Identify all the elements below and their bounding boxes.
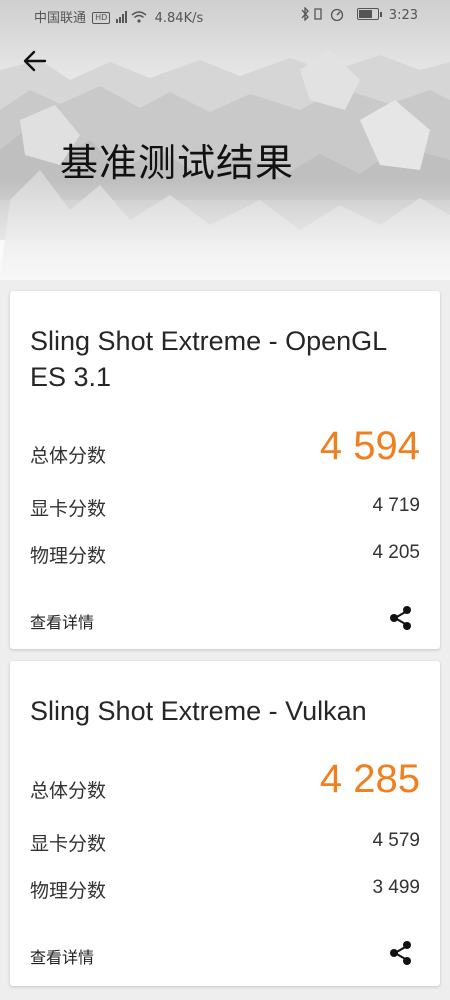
share-button[interactable] (386, 603, 416, 633)
battery-icon (356, 8, 382, 20)
share-icon (390, 941, 411, 965)
test-name: Sling Shot Extreme - Vulkan (30, 696, 367, 726)
physics-score-label: 物理分数 (30, 545, 107, 567)
overall-score-label: 总体分数 (30, 445, 107, 467)
graphics-score-value: 4 719 (372, 495, 420, 516)
header-banner: 中国联通 HD 4.84K/s 3:23 基准测试结果 (0, 0, 450, 280)
status-left: 中国联通 HD 4.84K/s (34, 7, 203, 26)
graphics-score-value: 4 579 (372, 830, 420, 851)
overall-score-value: 4 594 (319, 424, 420, 468)
graphics-score-label: 显卡分数 (30, 833, 107, 855)
bluetooth-icon (301, 7, 309, 21)
page-title: 基准测试结果 (60, 141, 295, 185)
status-bar: 中国联通 HD 4.84K/s 3:23 (0, 0, 450, 30)
view-details-link[interactable]: 查看详情 (30, 609, 94, 633)
overall-score-label: 总体分数 (30, 780, 107, 802)
carrier-label: 中国联通 (34, 11, 87, 26)
physics-score-value: 3 499 (372, 877, 420, 898)
share-icon (390, 606, 411, 630)
view-details-link[interactable]: 查看详情 (30, 944, 94, 968)
test-name: Sling Shot Extreme - OpenGL ES 3.1 (30, 326, 387, 392)
vibrate-icon (313, 8, 322, 20)
signal-wifi-icon (116, 11, 147, 23)
share-button[interactable] (386, 938, 416, 968)
result-card-vulkan: Sling Shot Extreme - Vulkan 总体分数 4 285 显… (10, 661, 440, 986)
result-card-opengl: Sling Shot Extreme - OpenGL ES 3.1 总体分数 … (10, 291, 440, 649)
graphics-score-label: 显卡分数 (30, 498, 107, 520)
status-right: 3:23 (299, 7, 418, 23)
hd-badge: HD (92, 12, 111, 24)
arrow-left-icon (23, 50, 47, 72)
net-speed: 4.84K/s (154, 11, 204, 26)
back-button[interactable] (18, 44, 52, 78)
physics-score-value: 4 205 (372, 542, 420, 563)
status-icons (301, 7, 343, 21)
overall-score-value: 4 285 (319, 757, 420, 801)
physics-score-label: 物理分数 (30, 880, 107, 902)
clock: 3:23 (388, 8, 418, 23)
